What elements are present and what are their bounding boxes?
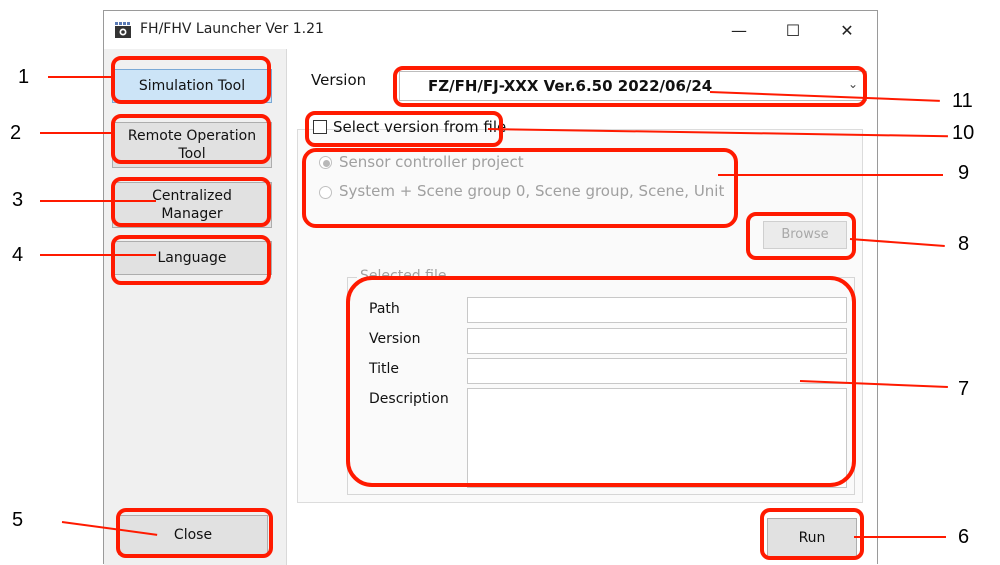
callout-number: 6 [958,526,970,548]
callout-number: 3 [12,189,24,211]
close-window-button[interactable]: ✕ [824,11,870,49]
highlight-box-6 [760,508,864,560]
callout-number: 8 [958,233,970,255]
highlight-box-9 [302,148,738,228]
highlight-box-1 [111,56,271,104]
callout-line-9 [718,174,943,176]
callout-number: 4 [12,244,24,266]
highlight-box-4 [111,235,271,285]
app-icon [115,22,131,38]
highlight-box-3 [111,177,271,227]
callout-number: 9 [958,162,970,184]
highlight-box-11 [393,66,867,107]
highlight-box-7 [346,276,856,487]
callout-line-4 [40,254,156,256]
highlight-box-2 [111,114,271,164]
version-label: Version [311,71,367,89]
callout-number: 7 [958,378,970,400]
callout-number: 2 [10,122,22,144]
callout-number: 10 [952,122,975,144]
callout-line-6 [854,536,946,538]
callout-number: 5 [12,509,24,531]
callout-line-2 [40,132,114,134]
maximize-button[interactable]: ☐ [770,11,816,49]
window-title: FH/FHV Launcher Ver 1.21 [140,21,324,37]
minimize-button[interactable]: — [716,11,762,49]
callout-line-3 [40,200,156,202]
highlight-box-10 [305,111,503,147]
callout-number: 11 [952,90,973,112]
callout-number: 1 [18,66,30,88]
title-bar: FH/FHV Launcher Ver 1.21 — ☐ ✕ [104,11,877,49]
callout-line-1 [48,76,114,78]
highlight-box-8 [746,212,856,260]
